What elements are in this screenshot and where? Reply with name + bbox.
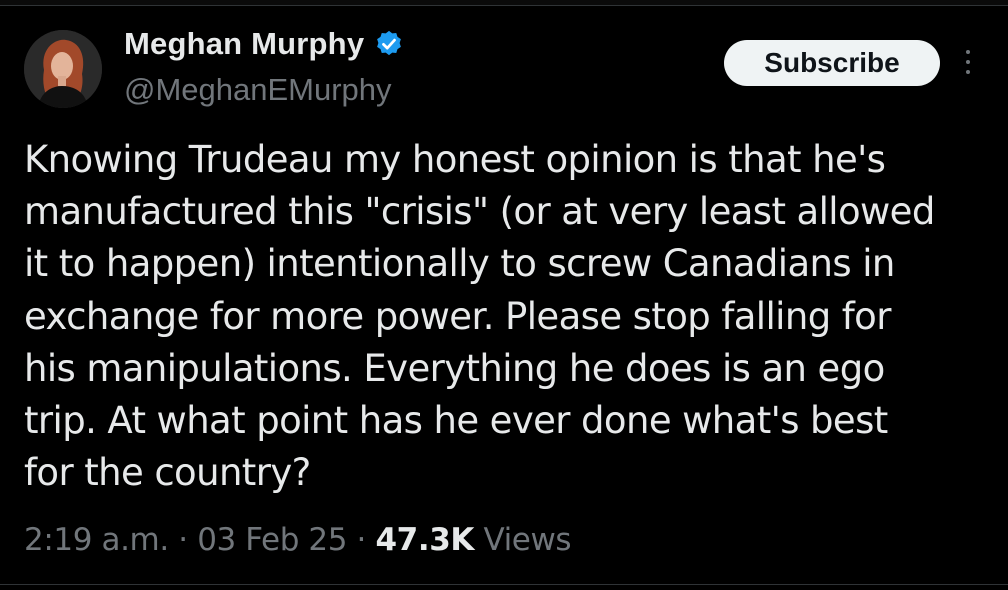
bottom-divider (0, 584, 1008, 585)
tweet-text-line: it to happen) intentionally to screw Can… (24, 242, 895, 286)
more-dot (966, 50, 970, 54)
tweet-text-line: his manipulations. Everything he does is… (24, 346, 885, 390)
tweet-meta: 2:19 a.m. · 03 Feb 25 · 47.3K Views (24, 522, 572, 558)
more-dot (966, 70, 970, 74)
tweet-time[interactable]: 2:19 a.m. (24, 522, 169, 558)
subscribe-button[interactable]: Subscribe (724, 40, 940, 86)
more-dot (966, 60, 970, 64)
more-vertical-icon[interactable] (958, 44, 978, 80)
tweet-card: Meghan Murphy @MeghanEMurphy Subscribe K… (0, 0, 1008, 590)
avatar[interactable] (24, 30, 102, 108)
profile-photo-icon (24, 30, 102, 108)
meta-separator: · (178, 522, 188, 558)
views-count[interactable]: 47.3K (375, 522, 474, 558)
tweet-text-line: trip. At what point has he ever done wha… (24, 399, 888, 443)
tweet-text-line: Knowing Trudeau my honest opinion is tha… (24, 138, 886, 181)
views-label: Views (483, 522, 572, 558)
tweet-text-line: for the country? (24, 451, 311, 495)
author-handle[interactable]: @MeghanEMurphy (124, 72, 392, 108)
tweet-text-line: exchange for more power. Please stop fal… (24, 294, 891, 338)
tweet-text: Knowing Trudeau my honest opinion is tha… (24, 134, 984, 499)
tweet-text-line: manufactured this "crisis" (or at very l… (24, 190, 935, 234)
tweet-date[interactable]: 03 Feb 25 (197, 522, 347, 558)
verified-badge-icon[interactable] (374, 29, 404, 59)
meta-separator: · (356, 522, 367, 558)
author-display-name[interactable]: Meghan Murphy (124, 26, 364, 62)
top-divider (0, 0, 1008, 6)
author-name-row: Meghan Murphy (124, 26, 404, 62)
